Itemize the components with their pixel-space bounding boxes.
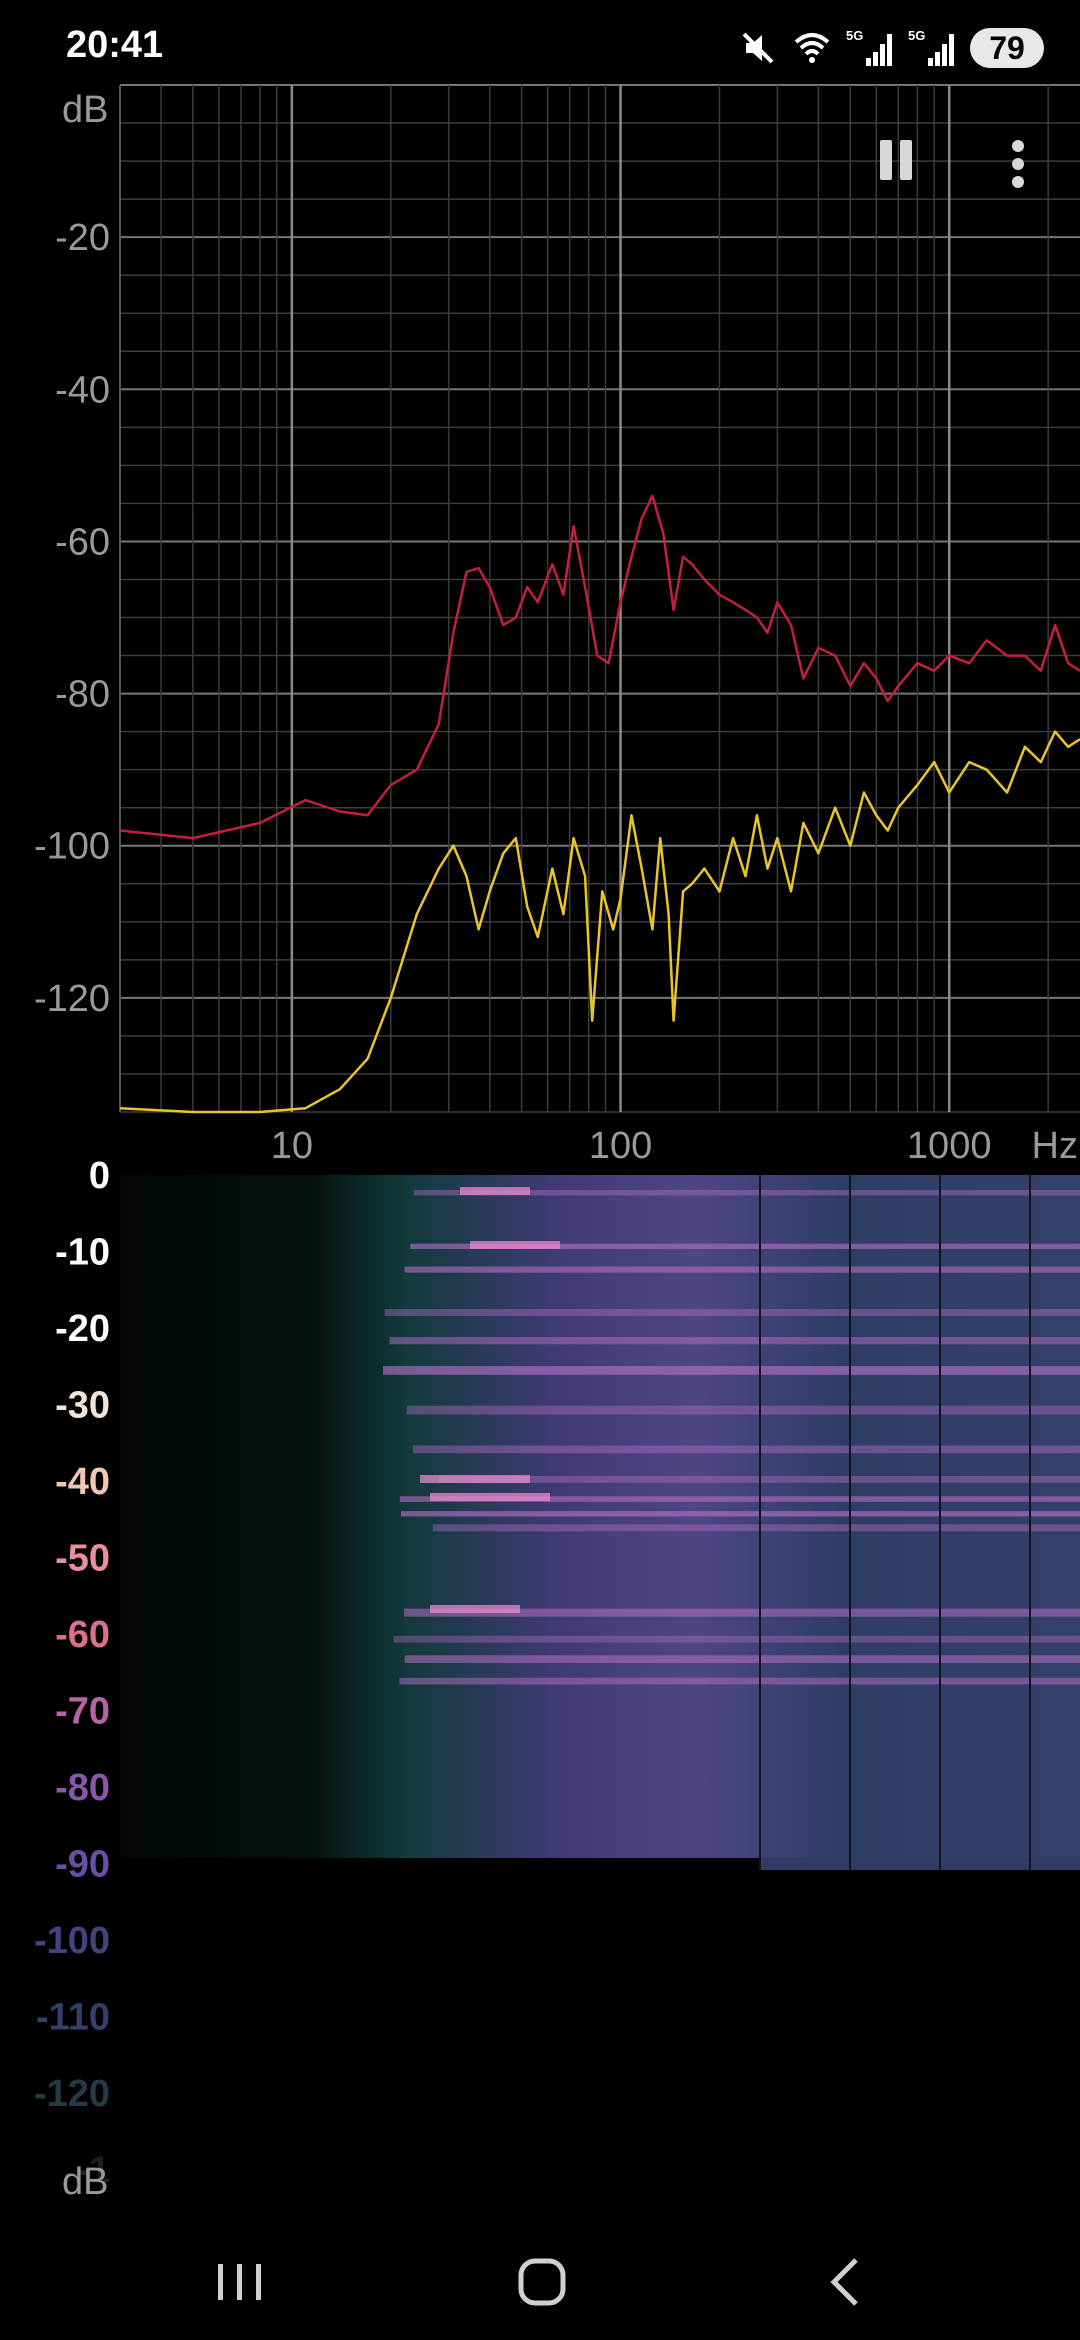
y-tick-label: -60 bbox=[55, 521, 110, 563]
pause-icon-bar bbox=[900, 140, 912, 180]
spectrogram-unit-label: dB bbox=[62, 2161, 108, 2203]
spectrogram-hot-spot bbox=[430, 1605, 520, 1613]
more-dot bbox=[1012, 158, 1024, 170]
spectrum-grid bbox=[119, 84, 1080, 1113]
recents-icon[interactable] bbox=[200, 2250, 280, 2314]
spectrogram-tick-label: -110 bbox=[36, 1997, 110, 2039]
y-tick-label: -20 bbox=[55, 217, 110, 259]
spectrogram-band bbox=[404, 1655, 1080, 1664]
spectrogram-tick-label: -1 bbox=[76, 2150, 110, 2192]
spectrogram-tick-label: -70 bbox=[55, 1691, 110, 1733]
y-tick-label: -100 bbox=[34, 826, 110, 868]
x-tick-label: 100 bbox=[589, 1125, 652, 1167]
spectrogram-band bbox=[384, 1308, 1080, 1316]
more-vertical-icon bbox=[1012, 140, 1024, 152]
x-tick-label: 1000 bbox=[907, 1125, 992, 1167]
spectrogram-tick-label: -120 bbox=[34, 2073, 110, 2115]
more-dot bbox=[1012, 176, 1024, 188]
spectrogram-band bbox=[410, 1243, 1080, 1249]
spectrogram-band bbox=[439, 1476, 1080, 1483]
navigation-bar bbox=[0, 2220, 1080, 2340]
spectrogram-tick-label: -90 bbox=[55, 1844, 110, 1886]
peak-spectrum-line bbox=[119, 494, 1080, 840]
spectrogram-hot-spot bbox=[460, 1187, 530, 1195]
spectrogram-tick-label: -10 bbox=[55, 1232, 110, 1274]
spectrogram-band bbox=[393, 1635, 1080, 1643]
spectrogram-band bbox=[413, 1189, 1080, 1196]
spectrogram-tick-label: -60 bbox=[55, 1614, 110, 1656]
spectrogram-band bbox=[389, 1337, 1080, 1345]
spectrogram-band bbox=[404, 1266, 1080, 1273]
spectrogram-band bbox=[413, 1445, 1080, 1454]
spectrogram-image bbox=[120, 1175, 1080, 1858]
y-unit-label: dB bbox=[62, 89, 108, 131]
spectrogram-band bbox=[399, 1496, 1080, 1502]
spectrogram-band bbox=[383, 1366, 1080, 1375]
x-tick-label: 10 bbox=[271, 1125, 313, 1167]
more-options-button[interactable] bbox=[998, 134, 1038, 194]
pause-icon bbox=[880, 140, 892, 180]
y-tick-label: -120 bbox=[34, 978, 110, 1020]
spectrogram-tick-label: -100 bbox=[34, 1920, 110, 1962]
spectrogram-hot-spot bbox=[470, 1241, 560, 1249]
spectrogram-tick-label: -30 bbox=[55, 1385, 110, 1427]
spectrogram-tick-label: -20 bbox=[55, 1308, 110, 1350]
spectrogram-tick-label: -80 bbox=[55, 1767, 110, 1809]
home-icon[interactable] bbox=[502, 2250, 582, 2314]
spectrogram-band bbox=[399, 1677, 1080, 1685]
spectrogram-band bbox=[404, 1608, 1080, 1617]
spectrogram-tick-label: -50 bbox=[55, 1538, 110, 1580]
spectrogram-band bbox=[433, 1524, 1080, 1532]
spectrogram-tick-label: -40 bbox=[55, 1461, 110, 1503]
y-tick-label: -80 bbox=[55, 674, 110, 716]
spectrogram-band bbox=[401, 1511, 1080, 1517]
spectrogram-hot-spot bbox=[430, 1493, 550, 1501]
back-icon[interactable] bbox=[806, 2250, 886, 2314]
spectrogram-band bbox=[406, 1405, 1080, 1415]
spectrogram-bands bbox=[383, 1187, 1080, 1685]
y-tick-label: -40 bbox=[55, 369, 110, 411]
pause-button[interactable] bbox=[872, 134, 920, 190]
spectrogram-hot-spot bbox=[420, 1475, 530, 1483]
spectrogram-edge bbox=[760, 1858, 1080, 1870]
x-unit-label: Hz bbox=[1032, 1125, 1078, 1167]
